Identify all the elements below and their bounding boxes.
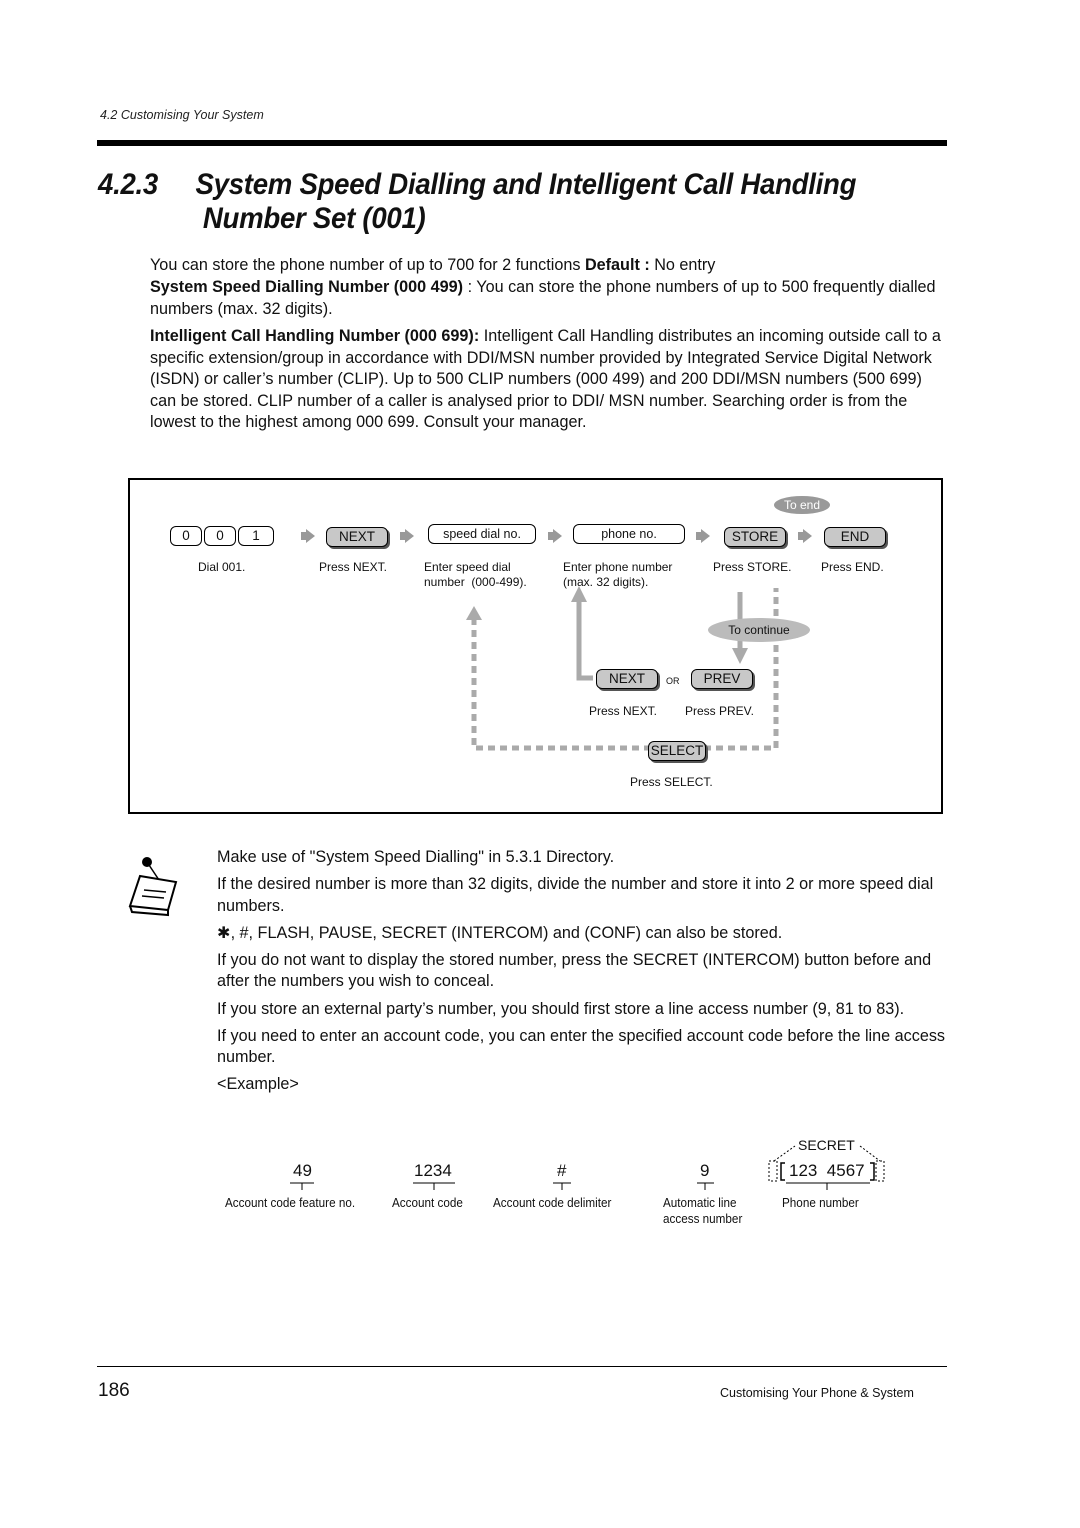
dial-key-0[interactable]: 0 [170,526,202,546]
continue-arrow-head [732,648,748,664]
example-value: 123 4567 [789,1161,865,1180]
example-caption: Phone number [782,1195,859,1210]
note-item: ✱, #, FLASH, PAUSE, SECRET (INTERCOM) an… [217,923,783,942]
notes-list: Make use of "System Speed Dialling" in 5… [217,847,947,1101]
arrow-right-icon [400,529,414,543]
to-end-label: To end [774,496,830,514]
default-value: No entry [649,256,716,274]
note-item: If you need to enter an account code, yo… [217,1026,946,1067]
example-caption: Automatic line access number [663,1195,743,1226]
page-title: 4.2.3 System Speed Dialling and Intellige… [98,168,856,236]
example-value: 1234 [414,1161,452,1180]
or-label: OR [666,676,680,686]
select-caption: Press SELECT. [630,775,713,789]
note-item: If you do not want to display the stored… [217,950,932,991]
select-key[interactable]: SELECT [648,741,706,761]
phone-no-key[interactable]: phone no. [573,524,685,544]
loop-arrow-head [466,606,482,620]
secret-label: SECRET [798,1137,855,1153]
next-key-2[interactable]: NEXT [596,669,658,689]
book-title: Customising Your Phone & System [720,1386,914,1400]
next-key[interactable]: NEXT [326,527,388,547]
note-item: If the desired number is more than 32 di… [217,875,934,915]
next-caption: Press NEXT. [319,560,388,574]
header-rule [97,140,947,146]
example-caption: Account code [392,1195,463,1210]
end-key[interactable]: END [824,527,886,547]
dial-caption: Dial 001. [198,560,246,574]
dial-key-1[interactable]: 1 [238,526,274,546]
prev-key[interactable]: PREV [691,669,753,689]
example-value: # [557,1161,567,1180]
breadcrumb: 4.2 Customising Your System [100,108,264,122]
prev-caption: Press PREV. [685,704,754,718]
example-caption: Account code feature no. [225,1195,356,1210]
footer-rule [97,1366,947,1367]
note-item: Make use of "System Speed Dialling" in 5… [217,848,615,866]
phone-no-caption: Enter phone number (max. 32 digits). [563,560,673,589]
ich-description: Intelligent Call Handling Number (000 69… [150,327,941,432]
ssd-description: System Speed Dialling Number (000 499) :… [150,278,936,318]
store-key[interactable]: STORE [724,527,786,547]
next-caption-2: Press NEXT. [589,704,658,718]
page-number: 186 [98,1380,130,1401]
ich-label: Intelligent Call Handling Number (000 69… [150,327,480,345]
next-loop-line [576,600,593,681]
arrow-right-icon [798,529,812,543]
notepad-icon [128,857,178,917]
title-line-1: System Speed Dialling and Intelligent Ca… [195,168,857,201]
select-loop-line [471,588,779,751]
speed-dial-no-key[interactable]: speed dial no. [428,524,536,544]
example-value: 49 [293,1161,312,1180]
end-caption: Press END. [821,560,884,574]
speed-dial-caption: Enter speed dial number (000-499). [424,560,527,589]
to-continue-label: To continue [708,618,810,642]
dial-key-0[interactable]: 0 [204,526,236,546]
arrow-right-icon [301,529,315,543]
ssd-label: System Speed Dialling Number (000 499) [150,278,464,296]
example-caption: Account code delimiter [493,1195,612,1210]
section-number: 4.2.3 [98,168,159,201]
example-label: <Example> [217,1075,299,1094]
arrow-right-icon [696,529,710,543]
procedure-diagram: To end 0 0 1 Dial 001. NEXT Press NEXT. … [128,478,943,814]
example-value: 9 [700,1161,710,1180]
intro-line: You can store the phone number of up to … [150,256,716,274]
note-item: If you store an external party’s number,… [217,999,905,1018]
arrow-right-icon [548,529,562,543]
default-label: Default : [584,256,650,274]
store-caption: Press STORE. [713,560,792,574]
title-line-2: Number Set (001) [202,202,426,235]
